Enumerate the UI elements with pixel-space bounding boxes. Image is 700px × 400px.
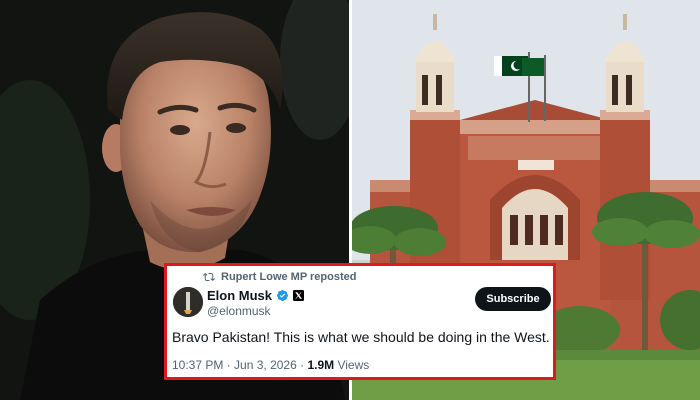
avatar[interactable]	[173, 287, 203, 317]
author-row: Elon Musk	[207, 288, 305, 303]
views-label: Views	[337, 358, 370, 372]
views-count[interactable]: 1.9M	[307, 358, 334, 372]
views-separator: ·	[296, 358, 308, 372]
repost-label[interactable]: Rupert Lowe MP reposted	[221, 271, 356, 283]
handle[interactable]: @elonmusk	[207, 304, 271, 318]
verified-badge-icon	[276, 289, 289, 302]
tweet-meta: 10:37 PM · Jun 3, 2026 · 1.9M Views	[172, 358, 369, 372]
tweet-date[interactable]: Jun 3, 2026	[234, 358, 297, 372]
tweet-card[interactable]: Rupert Lowe MP reposted Elon Musk @elonm…	[164, 263, 556, 380]
second-flag	[522, 58, 544, 76]
tweet-time[interactable]: 10:37 PM	[172, 358, 223, 372]
display-name[interactable]: Elon Musk	[207, 288, 272, 303]
tweet-text: Bravo Pakistan! This is what we should b…	[172, 329, 550, 345]
repost-row: Rupert Lowe MP reposted	[203, 271, 356, 283]
subscribe-button[interactable]: Subscribe	[475, 287, 551, 311]
repost-icon	[203, 272, 215, 282]
avatar-image	[173, 287, 203, 317]
x-logo-icon	[293, 290, 305, 301]
meta-separator: ·	[223, 358, 235, 372]
